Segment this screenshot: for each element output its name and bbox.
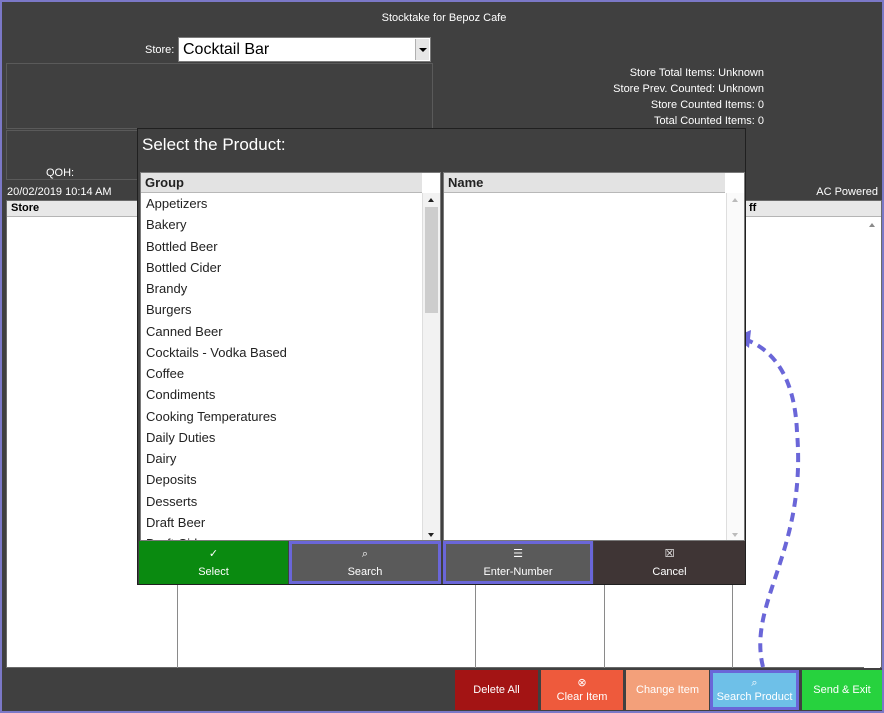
group-scrollbar[interactable]: [422, 193, 440, 540]
clear-item-button[interactable]: ⊗ Clear Item: [541, 670, 623, 710]
scroll-up-icon[interactable]: [428, 198, 434, 202]
scroll-down-icon[interactable]: [732, 533, 738, 537]
delete-all-label: Delete All: [473, 684, 520, 696]
group-list-item[interactable]: Draft Cider: [141, 533, 287, 540]
store-info-panel: [6, 63, 433, 129]
select-label: Select: [198, 565, 229, 578]
window-title: Stocktake for Bepoz Cafe: [381, 12, 507, 24]
store-dropdown-value: Cocktail Bar: [183, 41, 270, 58]
send-exit-label: Send & Exit: [813, 684, 871, 696]
chevron-down-icon[interactable]: [415, 39, 429, 60]
group-list-item[interactable]: Appetizers: [141, 193, 287, 214]
scroll-up-icon[interactable]: [869, 223, 875, 227]
check-icon: ✓: [208, 547, 219, 560]
store-counted-items: Store Counted Items: 0: [650, 99, 764, 111]
group-list-item[interactable]: Cooking Temperatures: [141, 406, 287, 427]
change-item-button[interactable]: Change Item: [626, 670, 709, 710]
list-icon: ☰: [513, 547, 523, 560]
cancel-label: Cancel: [652, 565, 687, 578]
store-dropdown[interactable]: Cocktail Bar: [178, 37, 431, 62]
close-circle-icon: ⊗: [577, 677, 587, 689]
group-list-item[interactable]: Desserts: [141, 491, 287, 512]
dialog-title: Select the Product:: [142, 135, 286, 154]
scroll-down-icon[interactable]: [428, 533, 434, 537]
group-list-item[interactable]: Bottled Cider: [141, 257, 287, 278]
group-list-item[interactable]: Coffee: [141, 363, 287, 384]
store-label: Store:: [145, 44, 175, 56]
qoh-label: QOH:: [46, 167, 75, 179]
group-list-item[interactable]: Bakery: [141, 214, 287, 235]
grid-column-store[interactable]: Store: [11, 202, 39, 214]
cancel-button[interactable]: ☒ Cancel: [594, 541, 745, 584]
trash-icon: ☒: [664, 547, 675, 560]
search-product-label: Search Product: [716, 691, 793, 703]
enter-number-button[interactable]: ☰ Enter-Number: [443, 541, 593, 584]
store-prev-counted: Store Prev. Counted: Unknown: [613, 83, 764, 95]
store-total-items: Store Total Items: Unknown: [629, 67, 764, 79]
grid-scrollbar[interactable]: [864, 217, 880, 668]
status-datetime: 20/02/2019 10:14 AM: [7, 186, 112, 198]
total-counted-items: Total Counted Items: 0: [653, 115, 764, 127]
search-icon: ⌕: [751, 677, 758, 689]
search-icon: ⌕: [361, 547, 369, 560]
power-status: AC Powered: [816, 186, 878, 198]
name-column-header: Name: [444, 173, 725, 193]
clear-item-label: Clear Item: [556, 691, 608, 703]
scroll-up-icon[interactable]: [732, 198, 738, 202]
enter-number-label: Enter-Number: [483, 565, 553, 578]
group-list-item[interactable]: Deposits: [141, 469, 287, 490]
group-list-item[interactable]: Bottled Beer: [141, 236, 287, 257]
group-items: Appetizers Bakery Bottled Beer Bottled Cide…: [141, 193, 287, 540]
search-button[interactable]: ⌕ Search: [289, 541, 441, 584]
group-list-item[interactable]: Brandy: [141, 278, 287, 299]
change-item-label: Change Item: [636, 684, 699, 696]
search-product-button[interactable]: ⌕ Search Product: [710, 670, 799, 710]
name-list[interactable]: Name: [443, 172, 745, 541]
group-list-item[interactable]: Cocktails - Vodka Based: [141, 342, 287, 363]
select-button[interactable]: ✓ Select: [139, 541, 288, 584]
group-list-item[interactable]: Burgers: [141, 299, 287, 320]
select-product-dialog: Select the Product: Group Appetizers Bake…: [137, 128, 746, 585]
group-list-item[interactable]: Condiments: [141, 384, 287, 405]
group-list[interactable]: Group Appetizers Bakery Bottled Beer Bottle…: [140, 172, 441, 541]
group-column-header: Group: [141, 173, 422, 193]
name-scrollbar[interactable]: [726, 193, 744, 540]
group-list-item[interactable]: Canned Beer: [141, 321, 287, 342]
send-exit-button[interactable]: Send & Exit: [802, 670, 882, 710]
group-list-item[interactable]: Draft Beer: [141, 512, 287, 533]
delete-all-button[interactable]: Delete All: [455, 670, 538, 710]
group-list-item[interactable]: Dairy: [141, 448, 287, 469]
grid-column-diff[interactable]: ff: [749, 202, 756, 214]
group-list-item[interactable]: Daily Duties: [141, 427, 287, 448]
scroll-thumb[interactable]: [425, 207, 438, 313]
search-label: Search: [347, 565, 383, 578]
